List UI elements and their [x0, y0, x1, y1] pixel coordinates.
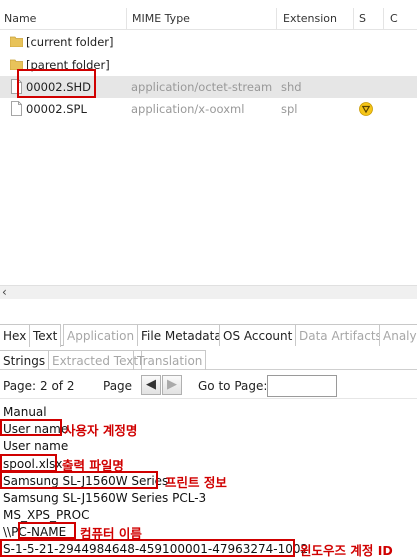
string-line: User name — [3, 439, 69, 453]
highlight-box-output-file — [0, 454, 57, 472]
row-extension: spl — [281, 102, 298, 116]
arrow-right-icon: ▶ — [167, 377, 177, 392]
page-value: 2 of 2 — [40, 379, 75, 393]
arrow-left-icon: ◀ — [146, 377, 156, 392]
row-name: [current folder] — [26, 35, 114, 49]
tab-data-artifacts[interactable]: Data Artifacts — [295, 324, 386, 346]
table-row[interactable]: [current folder] — [0, 31, 417, 53]
folder-icon — [10, 36, 23, 47]
highlight-box-windows-account-id — [0, 539, 295, 557]
tab-text[interactable]: Text — [29, 324, 62, 347]
annotation-printer-info: 프린트 정보 — [165, 475, 227, 490]
tab-os-account[interactable]: OS Account — [219, 324, 297, 346]
page-label: Page: — [3, 379, 37, 393]
file-icon — [11, 101, 22, 116]
column-header-score[interactable]: S — [354, 8, 384, 30]
text-viewer-subtabs: Strings Extracted Text Translation — [0, 348, 417, 370]
chevron-left-icon[interactable]: ‹ — [2, 286, 7, 299]
tab-extracted-text[interactable]: Extracted Text — [48, 350, 143, 370]
page-nav-label: Page — [103, 379, 133, 393]
annotation-output-file-name: 출력 파일명 — [62, 458, 124, 473]
horizontal-scrollbar[interactable]: ‹ — [0, 285, 417, 299]
previous-page-button[interactable]: ◀ — [141, 375, 161, 395]
goto-page-input[interactable] — [267, 375, 337, 397]
string-line: Samsung SL-J1560W Series PCL-3 — [3, 491, 207, 505]
column-header-name[interactable]: Name — [0, 8, 127, 30]
annotation-computer-name: 컴퓨터 이름 — [80, 526, 142, 541]
tab-translation[interactable]: Translation — [133, 350, 207, 370]
highlight-box-selected-file — [17, 69, 96, 98]
tab-analysis-results[interactable]: Analys — [379, 324, 417, 346]
next-page-button[interactable]: ▶ — [162, 375, 182, 395]
row-mime-type: application/octet-stream — [131, 80, 273, 94]
row-mime-type: application/x-ooxml — [131, 102, 245, 116]
string-line: MS_XPS_PROC — [3, 508, 90, 522]
string-line: Manual — [3, 405, 47, 419]
highlight-box-computer-name — [18, 522, 76, 539]
tab-application[interactable]: Application — [63, 324, 139, 346]
column-header-comment[interactable]: C — [384, 8, 417, 30]
tab-file-metadata[interactable]: File Metadata — [137, 324, 226, 346]
tab-hex[interactable]: Hex — [0, 324, 31, 346]
strings-text-area[interactable]: Manual User name User name spool.xlsx Sa… — [0, 403, 417, 559]
column-header-mime-type[interactable]: MIME Type — [127, 8, 277, 30]
row-name: 00002.SPL — [26, 102, 87, 116]
goto-page-label: Go to Page: — [198, 379, 268, 393]
content-viewer-tabs: Hex Text Application File Metadata OS Ac… — [0, 322, 417, 347]
table-header: Name MIME Type Extension S C — [0, 8, 417, 30]
highlight-box-user-name — [0, 419, 62, 436]
annotation-user-account-name: 사용자 계정명 — [64, 423, 138, 438]
tab-strings[interactable]: Strings — [0, 350, 50, 370]
warning-triangle-icon — [359, 102, 373, 116]
annotation-windows-account-id: 윈도우즈 계정 ID — [300, 543, 393, 558]
column-header-extension[interactable]: Extension — [277, 8, 354, 30]
page-navigator: Page: 2 of 2 Page ◀ ▶ Go to Page: — [0, 373, 417, 399]
row-extension: shd — [281, 80, 302, 94]
table-row[interactable]: 00002.SPL application/x-ooxml spl — [0, 98, 417, 120]
file-list-table: Name MIME Type Extension S C [current fo… — [0, 0, 417, 285]
